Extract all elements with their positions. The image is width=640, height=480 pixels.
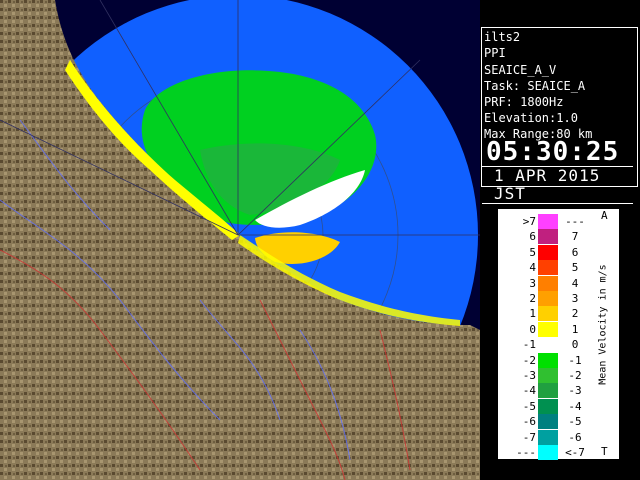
radar-ppi-display [0,0,480,480]
legend-row: 12 [498,306,598,322]
legend-upper-value: -2 [568,369,582,382]
legend-lower-value: 5 [529,245,536,259]
legend-row: 56 [498,244,598,260]
legend-color-swatch [538,229,558,245]
legend-lower-value: 1 [529,307,536,321]
legend-lower-value: --- [516,446,536,459]
legend-upper-value: 6 [571,245,579,259]
product-type: PPI [484,46,506,60]
scan-time: 05:30:25 [486,137,620,167]
legend-lower-value: 0 [529,322,536,336]
legend-upper-value: -1 [568,353,582,367]
legend-row: -1 0 [498,337,598,353]
legend-lower-value: 3 [529,276,536,290]
legend-color-swatch [538,291,558,306]
legend-lower-value: 2 [529,292,536,305]
legend-row: -7 -6 [498,429,598,445]
site-name: ilts2 [484,30,521,44]
legend-color-swatch [538,321,558,337]
legend-row: >7 --- [498,214,598,229]
legend-color-swatch [538,383,558,399]
legend-row: -2 -1 [498,352,598,368]
legend-color-swatch [538,214,558,229]
legend-bottom-marker: T [601,445,608,458]
legend-upper-value: 0 [571,338,579,352]
legend-row: 67 [498,229,598,245]
legend-color-swatch [538,275,558,291]
elevation-label: Elevation:1.0 [484,111,578,125]
legend-upper-value: --- [565,215,585,228]
legend-color-swatch [538,445,558,460]
legend-color-swatch [538,244,558,260]
legend-row: -4 -3 [498,383,598,399]
legend-color-swatch [538,398,558,414]
legend-lower-value: -7 [522,430,536,444]
legend-lower-value: >7 [522,215,536,228]
legend-upper-value: -5 [568,415,582,429]
prf-label: PRF: 1800Hz [484,95,564,109]
legend-color-swatch [538,337,558,353]
legend-lower-value: -4 [522,384,536,398]
legend-row: -6 -5 [498,414,598,430]
legend-upper-value: 3 [571,292,579,305]
scan-date: 1 APR 2015 JST [482,166,633,204]
legend-upper-value: <-7 [565,446,585,459]
legend-upper-value: 2 [571,307,579,321]
legend-top-marker: A [601,209,608,222]
legend-upper-value: -3 [568,384,582,398]
legend-title: Mean Velocity in m/s [597,264,609,385]
legend-lower-value: 4 [529,261,536,275]
product-info-box: ilts2 PPI SEAICE_A_V Task: SEAICE_A PRF:… [481,27,638,204]
legend-color-swatch [538,414,558,430]
legend-row: 23 [498,291,598,306]
legend-color-swatch [538,352,558,368]
legend-row: -5 -4 [498,398,598,414]
legend-upper-value: 7 [571,230,579,244]
task-name: SEAICE_A_V [484,63,557,77]
legend-color-swatch [538,429,558,445]
legend-upper-value: -4 [568,399,582,413]
legend-color-swatch [538,368,558,383]
legend-upper-value: -6 [568,430,582,444]
legend-row: --- <-7 [498,445,598,460]
legend-lower-value: -1 [522,338,536,352]
legend-upper-value: 5 [571,261,579,275]
velocity-legend: A >7 --- 6 7 5 6 4 5 3 4 2 3 1 2 0 1 -1 0 -2 -1 -3 -2 -4 -3 -5 -4… [498,209,619,460]
legend-color-swatch [538,260,558,276]
legend-color-swatch [538,306,558,322]
legend-lower-value: -5 [522,399,536,413]
legend-row: 34 [498,275,598,291]
legend-row: 45 [498,260,598,276]
task-label: Task: SEAICE_A [484,79,586,93]
legend-lower-value: -6 [522,415,536,429]
legend-upper-value: 1 [571,322,579,336]
legend-lower-value: -2 [522,353,536,367]
legend-upper-value: 4 [571,276,579,290]
legend-lower-value: -3 [522,369,536,382]
legend-lower-value: 6 [529,230,536,244]
legend-row: -3 -2 [498,368,598,383]
legend-row: 01 [498,321,598,337]
